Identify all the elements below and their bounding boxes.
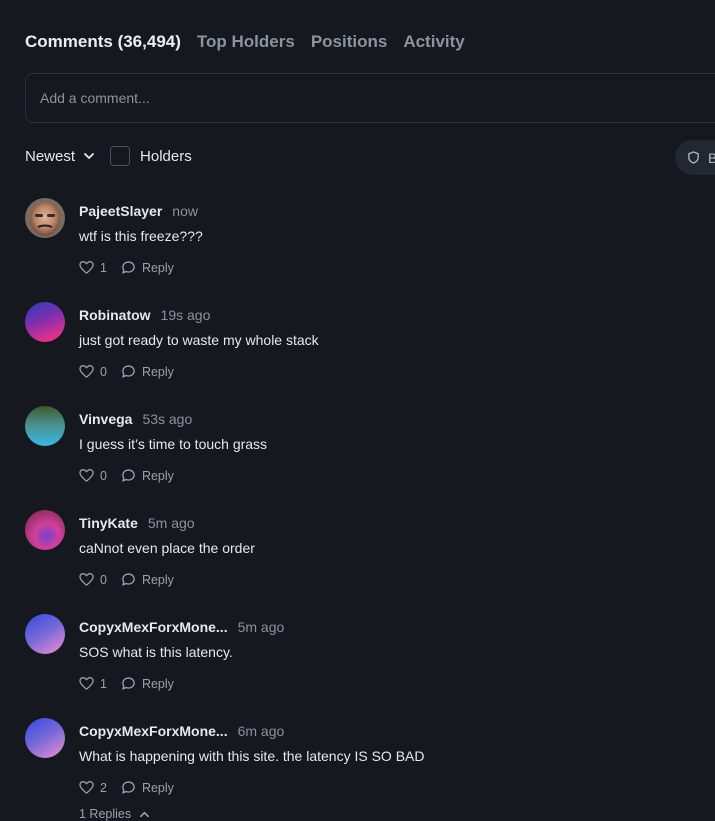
tab-positions[interactable]: Positions bbox=[311, 32, 388, 52]
holders-label: Holders bbox=[140, 147, 192, 165]
comment-text: I guess it’s time to touch grass bbox=[79, 436, 268, 452]
comment-item: CopyxMexForxMone... 5m ago SOS what is t… bbox=[25, 614, 715, 718]
replies-label: 1 Replies bbox=[79, 807, 132, 821]
tab-bar: Comments (36,494) Top Holders Positions … bbox=[25, 32, 465, 52]
comment-username[interactable]: PajeetSlayer bbox=[79, 203, 162, 219]
comment-bubble-icon bbox=[122, 365, 135, 378]
comment-username[interactable]: TinyKate bbox=[79, 515, 138, 531]
comment-actions: 0 Reply bbox=[79, 572, 255, 587]
like-button[interactable]: 2 bbox=[79, 780, 107, 795]
like-button[interactable]: 1 bbox=[79, 260, 107, 275]
avatar[interactable] bbox=[25, 510, 65, 550]
comment-actions: 0 Reply bbox=[79, 364, 319, 379]
comment-text: wtf is this freeze??? bbox=[79, 228, 203, 244]
like-button[interactable]: 0 bbox=[79, 364, 107, 379]
comment-bubble-icon bbox=[122, 781, 135, 794]
like-count: 1 bbox=[100, 676, 107, 691]
heart-icon bbox=[79, 677, 94, 690]
comment-item: TinyKate 5m ago caNnot even place the or… bbox=[25, 510, 715, 614]
avatar[interactable] bbox=[25, 302, 65, 342]
shield-filter-button[interactable]: B bbox=[675, 140, 715, 175]
comments-panel: Comments (36,494) Top Holders Positions … bbox=[0, 0, 715, 821]
avatar[interactable] bbox=[25, 198, 65, 238]
comment-actions: 2 Reply bbox=[79, 780, 425, 795]
like-count: 1 bbox=[100, 260, 107, 275]
comment-text: What is happening with this site. the la… bbox=[79, 748, 425, 764]
like-count: 2 bbox=[100, 780, 107, 795]
comment-text: SOS what is this latency. bbox=[79, 644, 233, 660]
heart-icon bbox=[79, 365, 94, 378]
chevron-down-icon bbox=[84, 153, 94, 159]
comment-item: CopyxMexForxMone... 6m ago What is happe… bbox=[25, 718, 715, 821]
comment-item: Vinvega 53s ago I guess it’s time to tou… bbox=[25, 406, 715, 510]
shield-filter-label: B bbox=[708, 149, 715, 166]
reply-button[interactable]: Reply bbox=[121, 260, 174, 275]
tab-comments[interactable]: Comments (36,494) bbox=[25, 32, 181, 52]
heart-icon bbox=[79, 573, 94, 586]
like-button[interactable]: 0 bbox=[79, 468, 107, 483]
reply-button[interactable]: Reply bbox=[121, 364, 174, 379]
heart-icon bbox=[79, 781, 94, 794]
comment-bubble-icon bbox=[122, 573, 135, 586]
replies-toggle[interactable]: 1 Replies bbox=[79, 807, 150, 821]
comment-actions: 1 Reply bbox=[79, 260, 203, 275]
sort-dropdown[interactable]: Newest bbox=[25, 148, 95, 165]
reply-button[interactable]: Reply bbox=[121, 676, 174, 691]
holders-checkbox[interactable] bbox=[110, 146, 131, 166]
comment-bubble-icon bbox=[122, 261, 135, 274]
comment-text: caNnot even place the order bbox=[79, 540, 255, 556]
comment-list: PajeetSlayer now wtf is this freeze??? 1… bbox=[25, 198, 715, 821]
comment-actions: 1 Reply bbox=[79, 676, 284, 691]
reply-label: Reply bbox=[141, 780, 174, 795]
like-count: 0 bbox=[100, 364, 107, 379]
reply-button[interactable]: Reply bbox=[121, 780, 174, 795]
comment-username[interactable]: Vinvega bbox=[79, 411, 132, 427]
avatar[interactable] bbox=[25, 718, 65, 758]
like-button[interactable]: 1 bbox=[79, 676, 107, 691]
avatar[interactable] bbox=[25, 614, 65, 654]
comment-timestamp: 19s ago bbox=[160, 307, 211, 323]
comment-timestamp: 53s ago bbox=[142, 411, 193, 427]
avatar[interactable] bbox=[25, 406, 65, 446]
comment-input-container[interactable] bbox=[25, 73, 715, 123]
comment-bubble-icon bbox=[122, 469, 135, 482]
comment-timestamp: 5m ago bbox=[147, 515, 195, 531]
comment-actions: 0 Reply bbox=[79, 468, 267, 483]
reply-label: Reply bbox=[141, 572, 174, 587]
like-count: 0 bbox=[100, 572, 107, 587]
comment-username[interactable]: CopyxMexForxMone... bbox=[79, 619, 228, 635]
reply-button[interactable]: Reply bbox=[121, 468, 174, 483]
comment-bubble-icon bbox=[122, 677, 135, 690]
reply-label: Reply bbox=[141, 260, 174, 275]
reply-label: Reply bbox=[141, 468, 174, 483]
chevron-up-icon bbox=[140, 811, 150, 817]
reply-label: Reply bbox=[141, 676, 174, 691]
comment-username[interactable]: CopyxMexForxMone... bbox=[79, 723, 228, 739]
shield-icon bbox=[688, 151, 699, 164]
comment-timestamp: 6m ago bbox=[237, 723, 285, 739]
comment-text: just got ready to waste my whole stack bbox=[79, 332, 319, 348]
tab-activity[interactable]: Activity bbox=[403, 32, 464, 52]
holders-filter[interactable]: Holders bbox=[110, 146, 192, 166]
tab-top-holders[interactable]: Top Holders bbox=[197, 32, 295, 52]
reply-label: Reply bbox=[141, 364, 174, 379]
like-count: 0 bbox=[100, 468, 107, 483]
comment-item: PajeetSlayer now wtf is this freeze??? 1… bbox=[25, 198, 715, 302]
comment-timestamp: 5m ago bbox=[237, 619, 285, 635]
comment-timestamp: now bbox=[172, 203, 198, 219]
heart-icon bbox=[79, 469, 94, 482]
comment-username[interactable]: Robinatow bbox=[79, 307, 151, 323]
sort-label: Newest bbox=[25, 147, 76, 165]
like-button[interactable]: 0 bbox=[79, 572, 107, 587]
comment-item: Robinatow 19s ago just got ready to wast… bbox=[25, 302, 715, 406]
heart-icon bbox=[79, 261, 94, 274]
filter-row: Newest Holders bbox=[25, 146, 192, 166]
comment-input[interactable] bbox=[40, 90, 715, 106]
reply-button[interactable]: Reply bbox=[121, 572, 174, 587]
